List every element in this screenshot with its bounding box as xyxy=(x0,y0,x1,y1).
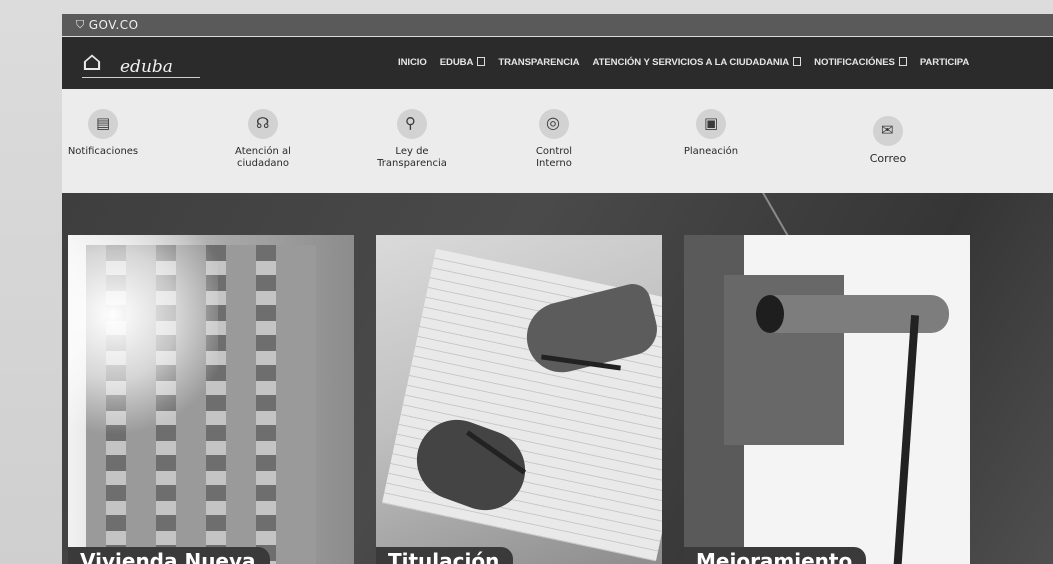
quick-link-label: Ley de Transparencia xyxy=(377,146,447,169)
icon-glyph: ⚲ xyxy=(405,114,416,132)
icon-glyph: ▤ xyxy=(96,114,111,132)
icon-glyph: ▣ xyxy=(704,114,719,132)
gear-target-icon: ◎ xyxy=(539,109,569,139)
gov-co-link[interactable]: ⛉ GOV.CO xyxy=(76,18,139,32)
quick-link-label: Planeación xyxy=(683,146,739,157)
dropdown-icon xyxy=(793,57,802,66)
page: ⛉ GOV.CO ⌂ eduba INICIO EDUBA TRANSPAREN… xyxy=(0,0,1053,564)
quick-link-planeacion[interactable]: ▣ Planeación xyxy=(656,109,766,158)
nav-label: INICIO xyxy=(398,57,427,68)
card-titulacion[interactable]: Titulación xyxy=(376,235,662,564)
nav-label: EDUBA xyxy=(439,57,474,68)
quick-link-atencion[interactable]: ☊ Atención al ciudadano xyxy=(208,109,318,170)
quick-link-correo[interactable]: ✉ Correo xyxy=(833,116,943,165)
card-title: Mejoramiento xyxy=(684,547,867,564)
magnifier-icon: ⚲ xyxy=(397,109,427,139)
icon-glyph: ◎ xyxy=(546,113,560,132)
card-title: Titulación xyxy=(376,547,514,564)
roller-end xyxy=(756,295,784,333)
icon-glyph: ✉ xyxy=(881,121,894,139)
quick-link-label: Control Interno xyxy=(535,146,573,169)
quick-link-label: Notificaciones xyxy=(67,146,139,157)
nav-item-eduba[interactable]: EDUBA xyxy=(440,57,486,68)
card-vivienda-nueva[interactable]: Vivienda Nueva xyxy=(68,235,354,564)
nav-item-transparencia[interactable]: TRANSPARENCIA xyxy=(498,57,579,68)
dropdown-icon xyxy=(477,57,486,66)
nav-item-notificaciones[interactable]: NOTIFICACIÓNES xyxy=(814,57,907,68)
quick-link-label: Atención al ciudadano xyxy=(235,146,291,169)
card-title: Vivienda Nueva xyxy=(68,547,270,564)
dropdown-icon xyxy=(898,57,907,66)
nav-item-inicio[interactable]: INICIO xyxy=(398,57,427,68)
nav-label: NOTIFICACIÓNES xyxy=(814,57,895,68)
quick-link-transparencia[interactable]: ⚲ Ley de Transparencia xyxy=(357,109,467,170)
main-navbar: ⌂ eduba INICIO EDUBA TRANSPARENCIA ATENC… xyxy=(62,37,1053,89)
quick-link-label: Correo xyxy=(869,152,907,165)
card-mejoramiento[interactable]: Mejoramiento xyxy=(684,235,970,564)
nav-item-atencion[interactable]: ATENCIÓN Y SERVICIOS A LA CIUDADANIA xyxy=(592,57,802,68)
eduba-logo[interactable]: ⌂ eduba xyxy=(82,43,202,83)
logo-underline xyxy=(82,77,200,78)
notifications-icon: ▤ xyxy=(88,109,118,139)
nav-label: ATENCIÓN Y SERVICIOS A LA CIUDADANIA xyxy=(592,57,790,68)
gov-co-label: GOV.CO xyxy=(88,18,139,32)
icon-glyph: ☊ xyxy=(256,114,270,132)
sun-glare xyxy=(68,235,218,435)
nav-menu: INICIO EDUBA TRANSPARENCIA ATENCIÓN Y SE… xyxy=(398,57,982,68)
quick-links-bar: ▤ Notificaciones ☊ Atención al ciudadano… xyxy=(62,89,1053,193)
quick-link-notificaciones[interactable]: ▤ Notificaciones xyxy=(48,109,158,158)
quick-link-control-interno[interactable]: ◎ Control Interno xyxy=(499,109,609,170)
gov-bar: ⛉ GOV.CO xyxy=(62,14,1053,36)
mail-icon: ✉ xyxy=(873,116,903,146)
gov-shield-icon: ⛉ xyxy=(76,18,85,31)
house-logo-icon: ⌂ xyxy=(82,47,102,77)
nav-item-participa[interactable]: PARTICIPA xyxy=(920,57,969,68)
planning-icon: ▣ xyxy=(696,109,726,139)
roller-image xyxy=(759,295,949,333)
headset-icon: ☊ xyxy=(248,109,278,139)
logo-text: eduba xyxy=(120,57,173,77)
nav-label: TRANSPARENCIA xyxy=(498,57,580,68)
hero-section: Vivienda Nueva Titulación Mejoramiento xyxy=(62,193,1053,564)
nav-label: PARTICIPA xyxy=(919,57,970,68)
